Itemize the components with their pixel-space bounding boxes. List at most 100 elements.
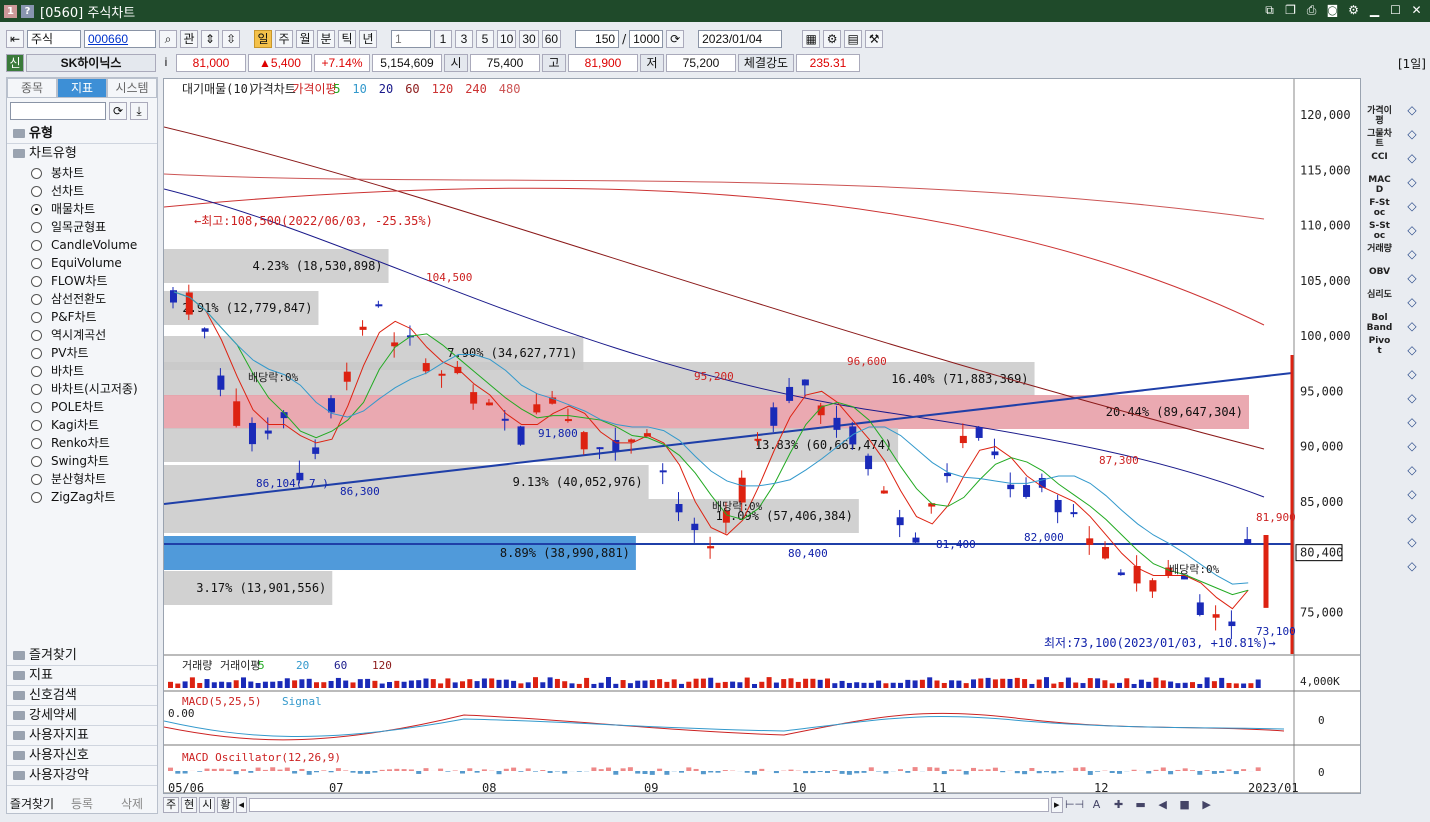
play-back-icon[interactable]: ◀ [1153, 797, 1173, 813]
period-tick-button[interactable]: 틱 [338, 29, 356, 48]
chart-type-item[interactable]: POLE차트 [7, 398, 157, 416]
sidebar-group[interactable]: 사용자지표 [7, 726, 157, 746]
link-icon[interactable]: ⧉ [1262, 3, 1277, 18]
help-icon[interactable]: ? [21, 4, 34, 18]
register-button[interactable]: 등록 [57, 794, 107, 814]
bottom-tab-hwang[interactable]: 황 [217, 797, 234, 813]
font-icon[interactable]: A [1087, 797, 1107, 813]
stepper-icon[interactable]: ⇳ [222, 29, 240, 48]
stop-icon[interactable]: ■ [1175, 797, 1195, 813]
eraser-tool-icon[interactable]: ◇ [1402, 124, 1422, 144]
play-icon[interactable]: ▶ [1197, 797, 1217, 813]
gann-tool-icon[interactable]: ◇ [1402, 316, 1422, 336]
save-icon[interactable]: ▦ [802, 29, 821, 48]
scroll-left-icon[interactable]: ◂ [235, 797, 248, 813]
chart-type-item[interactable]: 일목균형표 [7, 218, 157, 236]
favorites-footer-tab[interactable]: 즐겨찾기 [7, 794, 57, 814]
tab-stock[interactable]: 종목 [7, 78, 57, 98]
indicator-shortcut[interactable]: S-Stoc [1367, 221, 1393, 243]
period-day-button[interactable]: 일 [254, 29, 272, 48]
cycle-tool-icon[interactable]: ◇ [1402, 388, 1422, 408]
chart-type-item[interactable]: Swing차트 [7, 452, 157, 470]
hline-tool-icon[interactable]: ◇ [1402, 244, 1422, 264]
zoom-slider-icon[interactable]: ⊢⊣ [1065, 797, 1085, 813]
sidebar-group[interactable]: 즐겨찾기 [7, 646, 157, 666]
delete-button[interactable]: 삭제 [107, 794, 157, 814]
chart-type-item[interactable]: EquiVolume [7, 254, 157, 272]
period-year-button[interactable]: 년 [359, 29, 377, 48]
chart-type-item[interactable]: Renko차트 [7, 434, 157, 452]
download-icon[interactable]: ⤓ [130, 102, 148, 120]
chart-area[interactable]: 120,000 115,000 110,000 105,000 100,000 95,00… [163, 78, 1361, 795]
indicator-shortcut[interactable]: F-Stoc [1367, 198, 1393, 220]
circle-tool-icon[interactable]: ◇ [1402, 268, 1422, 288]
chart-type-item[interactable]: 삼선전환도 [7, 290, 157, 308]
chart-type-item[interactable]: CandleVolume [7, 236, 157, 254]
interval-select[interactable]: 1 [391, 29, 431, 48]
chart-tool-icon[interactable]: ◇ [1402, 508, 1422, 528]
indicator-shortcut[interactable]: OBV [1367, 267, 1393, 289]
sort-icon[interactable]: ⇕ [201, 29, 219, 48]
chart-type-item[interactable]: P&F차트 [7, 308, 157, 326]
tab-system[interactable]: 시스템 [107, 78, 157, 98]
wave-tool-icon[interactable]: ◇ [1402, 412, 1422, 432]
channel-tool-icon[interactable]: ◇ [1402, 436, 1422, 456]
settings-icon[interactable]: ⚙ [823, 29, 842, 48]
quick-3-button[interactable]: 3 [455, 29, 473, 48]
camera-icon[interactable]: ◙ [1325, 3, 1340, 18]
print-icon[interactable]: ⎙ [1304, 3, 1319, 18]
period-week-button[interactable]: 주 [275, 29, 293, 48]
wrench-tool-icon[interactable]: ◇ [1402, 556, 1422, 576]
zoom-out-icon[interactable]: ▬ [1131, 797, 1151, 813]
maximize-icon[interactable]: ☐ [1388, 3, 1403, 18]
line-tool-icon[interactable]: ◇ [1402, 220, 1422, 240]
arrow-tool-icon[interactable]: ◇ [1402, 340, 1422, 360]
indicator-shortcut[interactable]: Pivot [1367, 336, 1393, 358]
question-tool-icon[interactable]: ◇ [1402, 172, 1422, 192]
total-input[interactable]: 1000 [629, 29, 664, 48]
period-minute-button[interactable]: 분 [317, 29, 335, 48]
market-select[interactable]: 주식 [27, 29, 81, 48]
sidebar-group[interactable]: 신호검색 [7, 686, 157, 706]
calc-tool-icon[interactable]: ◇ [1402, 532, 1422, 552]
info-icon[interactable]: i [158, 54, 174, 72]
search-icon[interactable]: ⌕ [159, 29, 177, 48]
chart-type-item[interactable]: 선차트 [7, 182, 157, 200]
indicator-shortcut[interactable]: CCI [1367, 152, 1393, 174]
chart-type-item[interactable]: 분산형차트 [7, 470, 157, 488]
grid-tool-icon[interactable]: ◇ [1402, 364, 1422, 384]
group-type[interactable]: 유형 [7, 124, 157, 144]
copy-icon[interactable]: ❐ [1283, 3, 1298, 18]
bottom-tab-ju[interactable]: 주 [163, 797, 180, 813]
indicator-shortcut[interactable]: 가격이평 [1367, 106, 1393, 128]
stock-code-input[interactable]: 000660 [84, 29, 156, 48]
sidebar-group[interactable]: 사용자신호 [7, 746, 157, 766]
refresh-icon[interactable]: ⟳ [666, 29, 685, 48]
chart-type-item[interactable]: 바차트(시고저종) [7, 380, 157, 398]
indicator-search-input[interactable] [10, 102, 106, 120]
trend-tool-icon[interactable]: ◇ [1402, 196, 1422, 216]
minimize-icon[interactable]: ▁ [1367, 3, 1382, 18]
disk-icon[interactable]: ▤ [844, 29, 863, 48]
close-icon[interactable]: ✕ [1409, 3, 1424, 18]
print-tool-icon[interactable]: ◇ [1402, 484, 1422, 504]
brush-tool-icon[interactable]: ◇ [1402, 460, 1422, 480]
quick-60-button[interactable]: 60 [541, 29, 562, 48]
sidebar-group[interactable]: 지표 [7, 666, 157, 686]
count-input[interactable]: 150 [575, 29, 620, 48]
chart-type-item[interactable]: 봉차트 [7, 164, 157, 182]
sidebar-group[interactable]: 강세약세 [7, 706, 157, 726]
tools-icon[interactable]: ⚒ [865, 29, 884, 48]
app-number-icon[interactable]: 1 [4, 4, 17, 18]
date-input[interactable]: 2023/01/04 [698, 29, 783, 48]
gwan-button[interactable]: 관 [180, 29, 198, 48]
zoom-in-icon[interactable]: ✚ [1109, 797, 1129, 813]
group-chart-type[interactable]: 차트유형 [7, 144, 157, 164]
stock-name[interactable]: SK하이닉스 [26, 54, 156, 72]
gear-icon[interactable]: ⚙ [1346, 3, 1361, 18]
quick-10-button[interactable]: 10 [497, 29, 517, 48]
chart-type-item[interactable]: FLOW차트 [7, 272, 157, 290]
quick-5-button[interactable]: 5 [476, 29, 494, 48]
refresh-list-icon[interactable]: ⟳ [109, 102, 127, 120]
cursor-tool-icon[interactable]: ◇ [1402, 100, 1422, 120]
